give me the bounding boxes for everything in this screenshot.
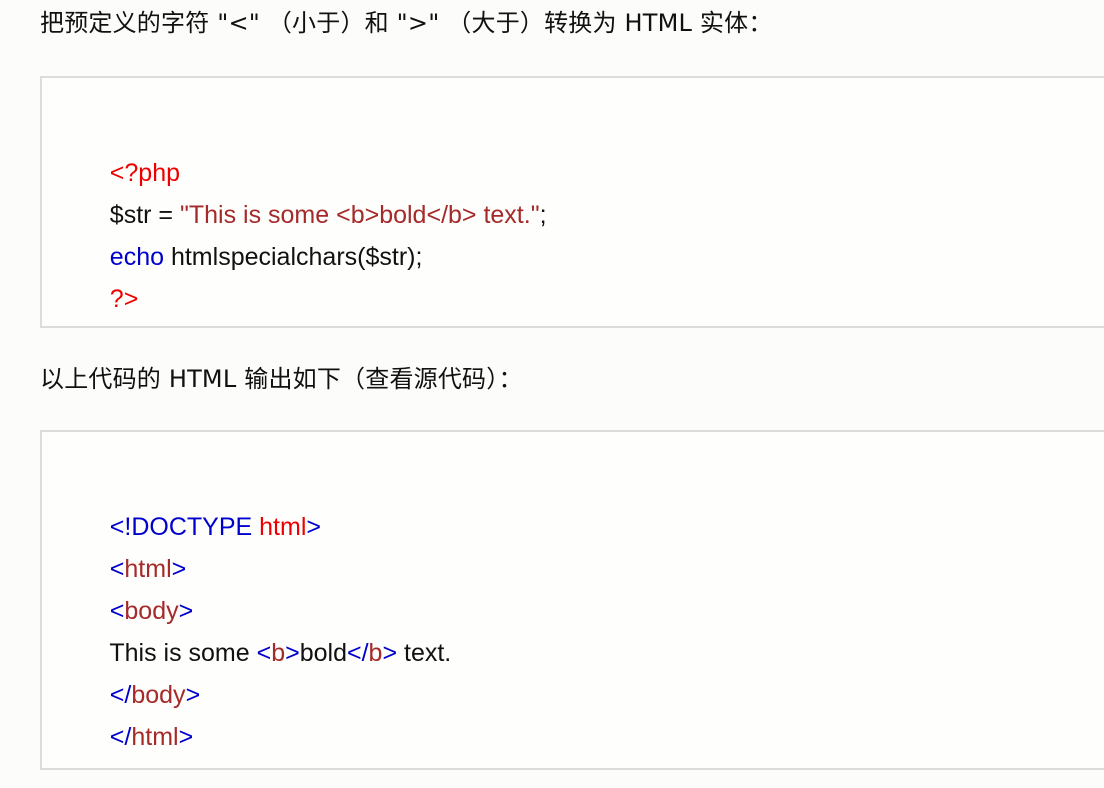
code-line-php-close: ?> xyxy=(82,248,139,350)
tag-name: b xyxy=(271,639,286,667)
html-output-block: <!DOCTYPE html> <html> <body> This is so… xyxy=(40,430,1104,770)
bracket: > xyxy=(178,723,194,751)
php-close-tag: ?> xyxy=(109,285,139,313)
php-code-block: <?php $str = "This is some <b>bold</b> t… xyxy=(40,76,1104,328)
tag-name: html xyxy=(131,723,179,751)
tag-name: b xyxy=(368,639,383,667)
bracket: < xyxy=(256,639,272,667)
doctype-close: > xyxy=(306,513,321,541)
output-paragraph: 以上代码的 HTML 输出如下（查看源代码）： xyxy=(40,365,523,393)
bold-content: bold xyxy=(299,639,347,667)
text-content: text. xyxy=(397,639,452,667)
bracket: </ xyxy=(347,639,369,667)
bracket: > xyxy=(382,639,398,667)
doctype-word: html xyxy=(259,513,307,541)
bracket: > xyxy=(285,639,300,667)
semicolon: ; xyxy=(539,201,547,229)
bracket: </ xyxy=(109,723,132,751)
function-call: htmlspecialchars($str); xyxy=(164,243,423,271)
intro-paragraph: 把预定义的字符 "<" （小于）和 ">" （大于）转换为 HTML 实体： xyxy=(40,9,773,37)
code-line-html-close: </html> xyxy=(82,686,193,788)
